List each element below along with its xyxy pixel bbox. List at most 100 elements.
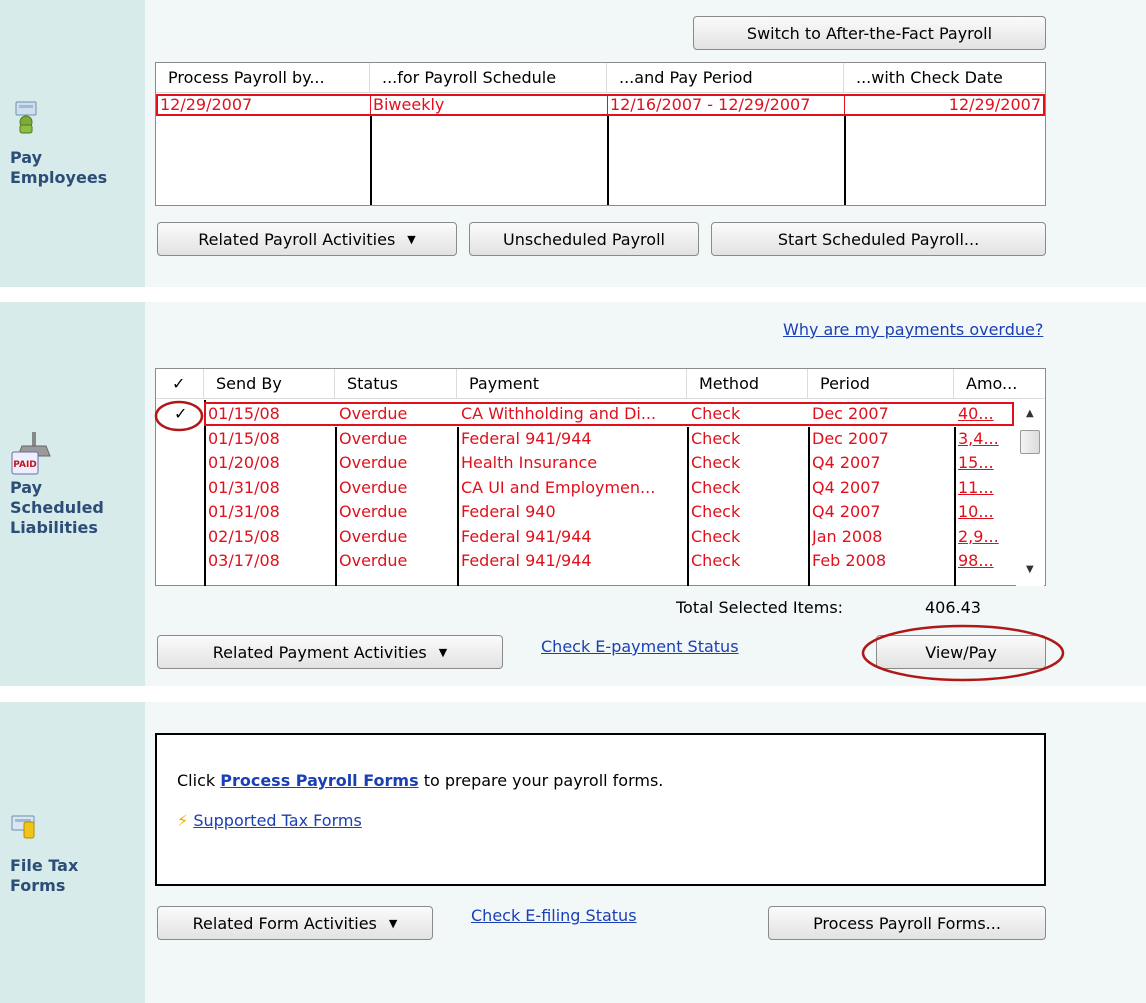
cell-period: Q4 2007 [812, 453, 881, 472]
cell-send-by: 01/15/08 [208, 428, 280, 448]
cell-send-by: 01/15/08 [208, 404, 280, 423]
cell-schedule: Biweekly [373, 95, 445, 114]
cell-method: Check [691, 502, 741, 521]
cell-method: Check [691, 551, 741, 570]
liabilities-label[interactable]: Pay Scheduled Liabilities [10, 478, 104, 538]
cell-method: Check [691, 477, 741, 497]
table-row[interactable]: 02/15/08 Overdue Federal 941/944 Check Jan 2… [156, 526, 1014, 550]
cell-status: Overdue [339, 428, 408, 448]
tax-forms-label-line1: File Tax [10, 856, 79, 875]
cell-send-by: 02/15/08 [208, 526, 280, 546]
cell-pay-period: 12/16/2007 - 12/29/2007 [610, 95, 811, 114]
related-form-activities-label: Related Form Activities [192, 913, 377, 933]
cell-status: Overdue [339, 526, 408, 546]
table-row[interactable]: ✓ 01/15/08 Overdue CA Withholding and Di...… [156, 403, 1014, 427]
cell-amount: 2,9... [958, 526, 999, 546]
cell-send-by: 03/17/08 [208, 551, 280, 570]
chevron-down-icon: ▼ [407, 232, 416, 246]
cell-payment: Federal 940 [461, 502, 556, 521]
col-amount[interactable]: Amo... [954, 369, 1045, 399]
process-payroll-forms-button[interactable]: Process Payroll Forms... [768, 906, 1046, 940]
liabilities-label-line3: Liabilities [10, 518, 98, 537]
cell-send-by: 01/31/08 [208, 477, 280, 497]
col-check[interactable]: ✓ [156, 369, 204, 399]
pay-employees-label[interactable]: Pay Employees [10, 148, 107, 188]
cell-check-date: 12/29/2007 [948, 95, 1041, 114]
table-row[interactable]: 01/20/08 Overdue Health Insurance Check Q4 2… [156, 452, 1014, 476]
unscheduled-payroll-button[interactable]: Unscheduled Payroll [469, 222, 699, 256]
scrollbar[interactable]: ▲ ▼ [1016, 400, 1044, 586]
cell-payment: Health Insurance [461, 453, 598, 472]
tax-forms-icon[interactable] [10, 812, 40, 846]
col-process-by[interactable]: Process Payroll by... [156, 63, 370, 93]
table-row[interactable]: 01/31/08 Overdue CA UI and Employmen... Che… [156, 477, 1014, 501]
cell-amount: 11... [958, 477, 994, 497]
check-e-payment-link[interactable]: Check E-payment Status [541, 637, 739, 656]
start-scheduled-payroll-label: Start Scheduled Payroll... [777, 229, 980, 249]
switch-after-the-fact-button[interactable]: Switch to After-the-Fact Payroll [693, 16, 1046, 50]
annotation-circle-view-pay [861, 624, 1065, 682]
col-period[interactable]: Period [808, 369, 954, 399]
table-row[interactable]: 01/31/08 Overdue Federal 940 Check Q4 2007 10… [156, 501, 1014, 525]
cell-status: Overdue [339, 551, 408, 570]
tax-forms-label[interactable]: File Tax Forms [10, 856, 78, 896]
related-payment-activities-label: Related Payment Activities [212, 642, 427, 662]
col-pay-period[interactable]: ...and Pay Period [607, 63, 844, 93]
liabilities-label-line2: Scheduled [10, 498, 104, 517]
total-selected-value: 406.43 [925, 598, 981, 617]
liabilities-sidebar: PAID Pay Scheduled Liabilities [0, 302, 145, 686]
table-row[interactable]: 03/17/08 Overdue Federal 941/944 Check Feb 2… [156, 550, 1014, 574]
total-selected-label: Total Selected Items: [676, 598, 844, 617]
col-divider [607, 94, 608, 116]
col-status[interactable]: Status [335, 369, 457, 399]
pay-employees-section: Pay Employees Switch to After-the-Fact P… [0, 0, 1146, 287]
col-method[interactable]: Method [687, 369, 808, 399]
col-payment[interactable]: Payment [457, 369, 687, 399]
related-payment-activities-button[interactable]: Related Payment Activities ▼ [157, 635, 503, 669]
table-row[interactable]: 01/15/08 Overdue Federal 941/944 Check Dec 2… [156, 428, 1014, 452]
cell-method: Check [691, 453, 741, 472]
supported-tax-forms-link[interactable]: Supported Tax Forms [193, 811, 361, 830]
tax-forms-info-box: Click Process Payroll Forms to prepare y… [155, 733, 1046, 886]
liabilities-section: PAID Pay Scheduled Liabilities Why are m… [0, 302, 1146, 686]
cell-period: Jan 2008 [812, 526, 883, 546]
cell-payment: Federal 941/944 [461, 428, 592, 448]
unscheduled-payroll-label: Unscheduled Payroll [503, 229, 665, 249]
col-schedule[interactable]: ...for Payroll Schedule [370, 63, 607, 93]
cell-status: Overdue [339, 453, 408, 472]
scroll-thumb[interactable] [1020, 430, 1040, 454]
cell-payment: CA UI and Employmen... [461, 477, 656, 497]
table-row[interactable]: 12/29/2007 Biweekly 12/16/2007 - 12/29/2… [156, 94, 1045, 116]
cell-method: Check [691, 526, 741, 546]
scroll-down-icon[interactable]: ▼ [1026, 564, 1034, 575]
process-payroll-forms-link[interactable]: Process Payroll Forms [220, 771, 418, 790]
instruction-suffix: to prepare your payroll forms. [423, 771, 664, 790]
cell-period: Dec 2007 [812, 404, 889, 423]
chevron-down-icon: ▼ [438, 645, 448, 659]
scroll-up-icon[interactable]: ▲ [1026, 408, 1034, 419]
cell-status: Overdue [339, 502, 408, 521]
cell-payment: Federal 941/944 [461, 551, 592, 570]
cell-amount: 98... [958, 551, 994, 570]
related-form-activities-button[interactable]: Related Form Activities ▼ [157, 906, 433, 940]
related-payroll-activities-button[interactable]: Related Payroll Activities ▼ [157, 222, 457, 256]
cell-period: Q4 2007 [812, 502, 881, 521]
paid-stamp-icon[interactable]: PAID [10, 430, 56, 482]
col-divider [370, 94, 371, 116]
start-scheduled-payroll-button[interactable]: Start Scheduled Payroll... [711, 222, 1046, 256]
pay-employees-label-line2: Employees [10, 168, 108, 187]
chevron-down-icon: ▼ [388, 916, 398, 930]
col-divider [370, 115, 372, 205]
check-e-filing-link[interactable]: Check E-filing Status [471, 906, 637, 925]
pay-employees-sidebar: Pay Employees [0, 0, 145, 287]
tax-forms-label-line2: Forms [10, 876, 66, 895]
cell-payment: CA Withholding and Di... [461, 404, 657, 423]
cell-period: Q4 2007 [812, 477, 881, 497]
cell-period: Dec 2007 [812, 428, 889, 448]
why-overdue-link[interactable]: Why are my payments overdue? [783, 320, 1043, 339]
col-check-date[interactable]: ...with Check Date [844, 63, 1045, 93]
pay-employees-icon[interactable] [10, 100, 40, 138]
process-payroll-forms-label: Process Payroll Forms... [813, 913, 1001, 933]
cell-amount: 40... [958, 404, 994, 423]
col-send-by[interactable]: Send By [204, 369, 335, 399]
